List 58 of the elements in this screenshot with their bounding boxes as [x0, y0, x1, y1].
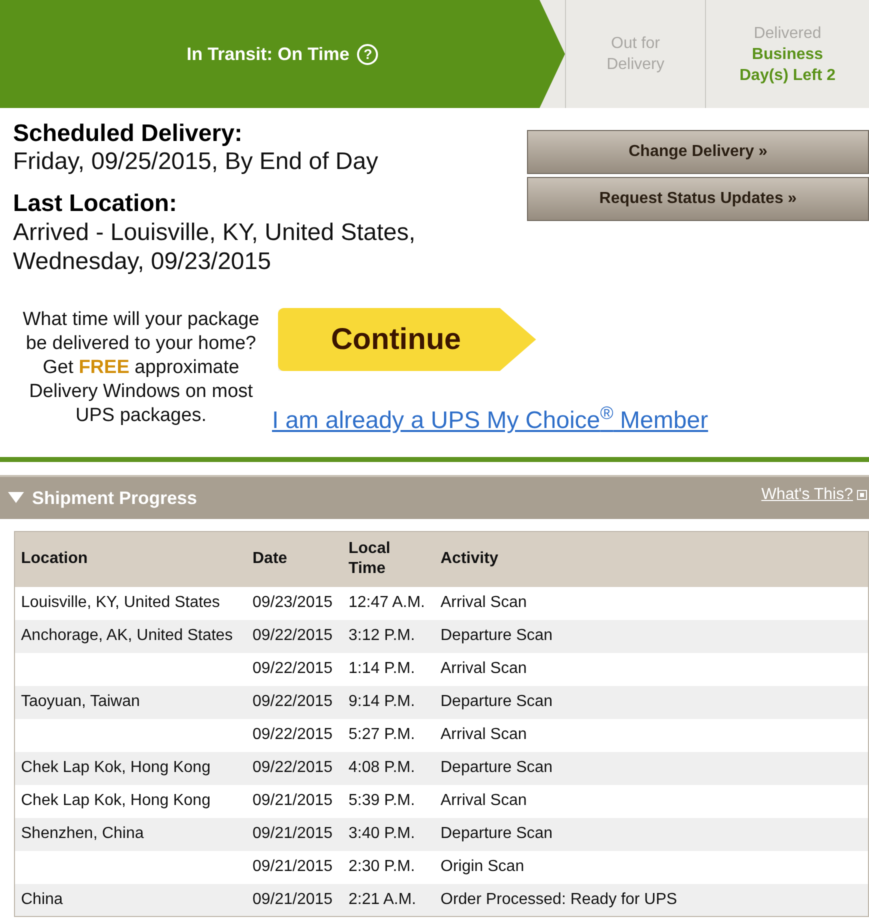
table-cell: Chek Lap Kok, Hong Kong [21, 792, 210, 809]
table-cell: 09/23/2015 [252, 594, 333, 611]
action-button[interactable]: Change Delivery » [527, 130, 869, 174]
table-cell: Louisville, KY, United States [21, 594, 220, 611]
table-cell: 5:39 P.M. [348, 792, 415, 809]
table-cell: Arrival Scan [440, 594, 527, 611]
table-cell: 09/21/2015 [252, 890, 333, 908]
table-cell: 09/22/2015 [252, 693, 333, 710]
table-cell: Chek Lap Kok, Hong Kong [21, 759, 210, 776]
table-cell: 09/21/2015 [252, 858, 333, 875]
table-cell: 09/22/2015 [252, 726, 333, 743]
table-cell: 12:47 A.M. [348, 594, 425, 611]
table-cell: 2:21 A.M. [348, 890, 416, 908]
table-cell: Origin Scan [440, 858, 524, 875]
table-cell: Anchorage, AK, United States [21, 627, 233, 644]
scheduled-delivery-date: Friday, 09/25/2015, By End of Day [13, 148, 380, 176]
table-cell: 09/22/2015 [252, 660, 333, 677]
table-cell: Shenzhen, China [21, 825, 144, 842]
continue-button[interactable]: Continue [278, 308, 536, 371]
help-icon [857, 490, 867, 500]
table-cell: 5:27 P.M. [348, 726, 415, 743]
table-cell: China [21, 890, 63, 908]
help-icon[interactable]: ? [357, 44, 378, 64]
days-left-note: Business Day(s) Left 2 [738, 44, 837, 86]
table-cell: Departure Scan [440, 759, 553, 776]
table-cell: 09/22/2015 [252, 759, 333, 776]
table-cell: 09/21/2015 [252, 825, 333, 842]
last-location-value: Arrived - Louisville, KY, United States, Wednesday, 09/23/2015 [13, 218, 416, 276]
table-cell: 3:12 P.M. [348, 627, 415, 644]
table-cell: Arrival Scan [440, 726, 527, 743]
table-cell: Departure Scan [440, 627, 553, 644]
column-header: Date [252, 550, 288, 568]
table-cell: 4:08 P.M. [348, 759, 415, 776]
step-label: Delivered [752, 24, 822, 44]
table-cell: Departure Scan [440, 693, 553, 710]
table-cell: Taoyuan, Taiwan [21, 693, 140, 710]
table-cell: 1:14 P.M. [348, 660, 415, 677]
column-header: Local Time [348, 539, 392, 580]
table-cell: Departure Scan [440, 825, 553, 842]
my-choice-member-link[interactable]: I am already a UPS My Choice$^{®}$ Member [272, 403, 708, 439]
table-cell: Arrival Scan [440, 660, 527, 677]
column-header: Activity [440, 550, 498, 568]
table-cell: 09/22/2015 [252, 627, 333, 644]
table-cell: Arrival Scan [440, 792, 527, 809]
step-label: Out for Delivery [606, 34, 666, 75]
table-cell: 2:30 P.M. [348, 858, 415, 875]
column-header: Location [21, 550, 88, 568]
table-cell: 3:40 P.M. [348, 825, 415, 842]
step-label: In Transit: On Time [186, 42, 350, 66]
table-cell: 09/21/2015 [252, 792, 333, 809]
last-location-heading: Last Location: [13, 190, 178, 218]
whats-this-link[interactable]: What's This? [761, 483, 853, 507]
promo-text: What time will your package be delivered to your home? Get FREE approximate Delivery Windows on most UPS packages. [22, 308, 260, 428]
scheduled-delivery-heading: Scheduled Delivery: [13, 120, 244, 148]
table-cell: Order Processed: Ready for UPS [440, 890, 678, 908]
shipment-progress-toggle[interactable]: Shipment Progress [8, 484, 198, 512]
table-cell: 9:14 P.M. [348, 693, 415, 710]
action-button[interactable]: Request Status Updates » [527, 177, 869, 221]
